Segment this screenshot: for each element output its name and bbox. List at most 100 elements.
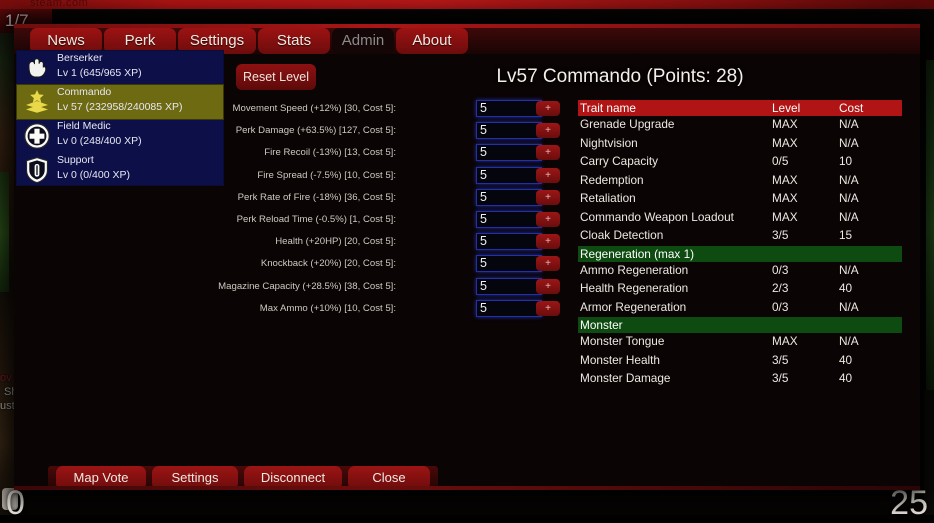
trait-name: Monster Damage <box>580 371 671 385</box>
trait-level: 0/3 <box>772 299 789 314</box>
trait-level: MAX <box>772 117 798 131</box>
stat-value-input[interactable]: 5 <box>476 277 542 295</box>
trait-table-row[interactable]: Monster Tongue MAX N/A <box>578 333 902 352</box>
stat-row: Health (+20HP) [20, Cost 5]: 5 + <box>240 233 570 255</box>
tab-label: Settings <box>189 32 245 49</box>
stat-label: Movement Speed (+12%) [30, Cost 5]: <box>232 103 396 114</box>
trait-name: Health Regeneration <box>580 281 689 295</box>
stat-increment-button[interactable]: + <box>536 167 560 183</box>
stat-label: Health (+20HP) [20, Cost 5]: <box>275 236 396 248</box>
button-label: Map Vote <box>73 470 129 485</box>
stat-increment-button[interactable]: + <box>536 189 560 205</box>
trait-table: Trait name Level Cost Grenade Upgrade MAX N/A… <box>578 100 902 389</box>
stat-row: Fire Spread (-7.5%) [10, Cost 5]: 5 + <box>240 166 570 189</box>
stat-increment-button[interactable]: + <box>536 234 560 250</box>
trait-name: Grenade Upgrade <box>580 117 675 131</box>
stat-increment-button[interactable]: + <box>536 123 560 139</box>
trait-table-row[interactable]: Commando Weapon Loadout MAX N/A <box>578 209 902 228</box>
tab-stats[interactable]: Stats <box>258 28 330 54</box>
trait-table-group-row: Monster <box>578 317 902 333</box>
trait-header-name: Trait name <box>580 101 636 115</box>
stat-value-input[interactable]: 5 <box>476 100 542 117</box>
stat-row: Magazine Capacity (+28.5%) [38, Cost 5]:… <box>218 277 570 300</box>
stat-value-input[interactable]: 5 <box>476 299 542 317</box>
stat-increment-button[interactable]: + <box>536 278 560 294</box>
trait-level: 0/3 <box>772 262 789 277</box>
hud-text-fragment-ust: ust <box>0 400 15 412</box>
trait-table-row[interactable]: Grenade Upgrade MAX N/A <box>578 116 902 135</box>
perk-level-xp: Lv 57 (232958/240085 XP) <box>57 101 183 113</box>
stat-increment-button[interactable]: + <box>536 145 560 161</box>
trait-name: Ammo Regeneration <box>580 262 689 277</box>
trait-table-row[interactable]: Carry Capacity 0/5 10 <box>578 153 902 172</box>
stat-label: Fire Spread (-7.5%) [10, Cost 5]: <box>257 169 396 181</box>
stat-label: Magazine Capacity (+28.5%) [38, Cost 5]: <box>218 280 396 292</box>
trait-table-row[interactable]: Redemption MAX N/A <box>578 172 902 191</box>
trait-cost: N/A <box>839 262 859 277</box>
trait-cost: N/A <box>839 172 859 187</box>
perk-selector-list[interactable]: Berserker Lv 1 (645/965 XP) Commando Lv 57 … <box>16 50 224 186</box>
trait-table-group-row: Regeneration (max 1) <box>578 245 902 262</box>
page-title: Lv57 Commando (Points: 28) <box>496 66 744 87</box>
stat-value-input[interactable]: 5 <box>476 188 542 206</box>
trait-name: Armor Regeneration <box>580 299 687 314</box>
trait-name: Retaliation <box>580 191 636 205</box>
tab-about[interactable]: About <box>396 28 468 54</box>
stat-increment-button[interactable]: + <box>536 211 560 227</box>
top-banner: steam.com <box>0 0 934 9</box>
perk-list-item-commando[interactable]: Commando Lv 57 (232958/240085 XP) <box>16 84 224 120</box>
trait-table-row[interactable]: Retaliation MAX N/A <box>578 190 902 209</box>
stat-increment-button[interactable]: + <box>536 101 560 116</box>
perk-list-item-support[interactable]: Support Lv 0 (0/400 XP) <box>17 153 223 187</box>
trait-table-row[interactable]: Health Regeneration 2/3 40 <box>578 280 902 299</box>
trait-level: 3/5 <box>772 371 789 385</box>
trait-name: Cloak Detection <box>580 228 664 242</box>
background-right-foliage <box>926 60 934 390</box>
trait-cost: N/A <box>839 135 859 150</box>
tab-label: About <box>412 32 452 49</box>
trait-table-row[interactable]: Monster Damage 3/5 40 <box>578 370 902 389</box>
trait-table-row[interactable]: Nightvision MAX N/A <box>578 135 902 154</box>
stat-value-input[interactable]: 5 <box>476 122 542 140</box>
perk-name: Commando <box>57 86 112 98</box>
stat-increment-button[interactable]: + <box>536 256 560 272</box>
reset-level-button[interactable]: Reset Level <box>236 64 316 90</box>
stat-label: Fire Recoil (-13%) [13, Cost 5]: <box>264 147 396 159</box>
perk-name: Berserker <box>57 52 103 64</box>
trait-name: Nightvision <box>580 135 638 150</box>
stat-increment-button[interactable]: + <box>536 300 560 316</box>
stat-value-input[interactable]: 5 <box>476 255 542 273</box>
trait-cost: N/A <box>839 299 859 314</box>
hud-text-fragment-ov: ov <box>0 372 12 384</box>
stat-row: Perk Reload Time (-0.5%) [1, Cost 5]: 5 + <box>237 210 570 233</box>
fist-icon <box>23 54 51 82</box>
tab-label: Admin <box>341 32 385 49</box>
medic-cross-icon <box>23 122 51 150</box>
trait-table-row[interactable]: Ammo Regeneration 0/3 N/A <box>578 262 902 281</box>
trait-table-row[interactable]: Cloak Detection 3/5 15 <box>578 227 902 246</box>
trait-cost: N/A <box>839 117 859 131</box>
trait-name: Redemption <box>580 172 644 187</box>
trait-level: 0/5 <box>772 154 789 168</box>
trait-table-row[interactable]: Monster Health 3/5 40 <box>578 352 902 371</box>
perk-list-item-field-medic[interactable]: Field Medic Lv 0 (248/400 XP) <box>17 119 223 153</box>
trait-level: MAX <box>772 209 798 224</box>
button-label: Settings <box>171 470 219 485</box>
trait-cost: N/A <box>839 334 859 348</box>
trait-cost: 15 <box>839 228 853 242</box>
stat-value-input[interactable]: 5 <box>476 210 542 228</box>
background-left-foliage <box>0 172 9 292</box>
stat-value-input[interactable]: 5 <box>476 233 542 251</box>
perk-level-xp: Lv 0 (0/400 XP) <box>57 169 130 181</box>
stat-value-input[interactable]: 5 <box>476 166 542 184</box>
shield-icon <box>23 156 51 184</box>
perk-list-item-berserker[interactable]: Berserker Lv 1 (645/965 XP) <box>17 51 223 85</box>
trait-cost: 40 <box>839 281 853 295</box>
trait-header-cost: Cost <box>839 101 864 115</box>
trait-table-row[interactable]: Armor Regeneration 0/3 N/A <box>578 299 902 318</box>
tab-admin[interactable]: Admin <box>332 28 394 54</box>
trait-cost: 40 <box>839 352 853 367</box>
stat-label: Perk Damage (+63.5%) [127, Cost 5]: <box>235 125 396 137</box>
stat-value-input[interactable]: 5 <box>476 144 542 162</box>
tab-label: Perk <box>124 32 156 49</box>
